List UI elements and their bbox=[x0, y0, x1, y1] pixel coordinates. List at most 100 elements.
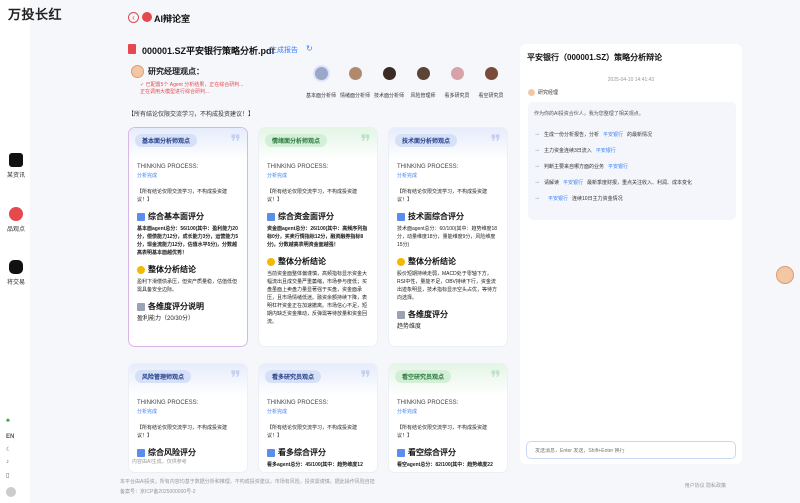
rail-item-label: 某资讯 bbox=[6, 173, 25, 179]
speaker-avatar bbox=[528, 89, 535, 96]
thinking-label: THINKING PROCESS: bbox=[137, 400, 199, 406]
list-icon bbox=[137, 302, 145, 311]
section-heading: 整体分析结论 bbox=[397, 256, 499, 267]
thinking-label: THINKING PROCESS: bbox=[267, 164, 329, 170]
card-risk[interactable]: 风险管理师观点 ❞ THINKING PROCESS: 分析完成 【所有结论仅限交… bbox=[128, 363, 248, 473]
rail-item-views[interactable]: 品观点 bbox=[2, 207, 30, 233]
card-disclaimer: 【所有结论仅限交流学习，不构成投资建议！】 bbox=[267, 189, 358, 203]
section-text: 资金面agent总分：26/100(其中：高频序列指标0分，买卖行情指标12分，… bbox=[267, 226, 368, 248]
speaker-name: 研究经理 bbox=[538, 90, 559, 96]
views-icon bbox=[9, 207, 23, 221]
section-text: 基本面agent总分：56/100(其中：盈利能力20分，偿债能力12分，成长能… bbox=[137, 226, 239, 256]
section-text: 盈利能力（20/30分） bbox=[137, 316, 195, 322]
user-avatar[interactable] bbox=[6, 487, 16, 497]
chart-icon bbox=[137, 212, 145, 221]
suggestion-item[interactable]: → 主力资金连续3日流入 平安银行 bbox=[534, 142, 734, 158]
message-input[interactable] bbox=[535, 448, 727, 454]
quote-icon: ❞ bbox=[360, 366, 371, 390]
agent-list: 基本面分析师 情绪面分析师 技术面分析师 风险管理师 看多研究员 看空研究员 bbox=[304, 67, 509, 99]
rail-item-label: 将交易 bbox=[6, 280, 25, 286]
bulb-icon bbox=[137, 265, 145, 274]
agent-name: 看空研究员 bbox=[478, 93, 504, 99]
card-disclaimer: 【所有结论仅限交流学习，不构成投资建议！】 bbox=[397, 189, 488, 203]
section-text: 看多agent总分：45/100(其中：趋势维度12 bbox=[267, 462, 363, 468]
intro-text: 作为你的AI投资合伙人，我为您整理了相关观点。 bbox=[534, 111, 644, 117]
suggestion-item[interactable]: → 生成一份分析报告，分析 平安银行 的最新情况 bbox=[534, 126, 734, 142]
agent-name: 看多研究员 bbox=[444, 93, 470, 99]
back-button[interactable]: ‹ bbox=[128, 12, 139, 23]
card-disclaimer: 【所有结论仅限交流学习，不构成投资建议！】 bbox=[137, 189, 228, 203]
brand-logo[interactable]: 万投长红 bbox=[8, 4, 62, 23]
agent-bull[interactable]: 看多研究员 bbox=[440, 67, 474, 102]
card-bull[interactable]: 看多研究员观点 ❞ THINKING PROCESS: 分析完成 【所有结论仅限交… bbox=[258, 363, 378, 473]
section-heading: 整体分析结论 bbox=[137, 264, 239, 275]
section-text: 股价短期持续走弱，MACD处于零轴下方，RSI中性，量能不足，OBV持续下行，资… bbox=[397, 271, 498, 301]
card-disclaimer: 【所有结论仅限交流学习，不构成投资建议！】 bbox=[267, 425, 358, 439]
agent-avatar bbox=[484, 67, 498, 80]
rail-item-news[interactable]: 某资讯 bbox=[2, 153, 30, 179]
bulb-icon bbox=[267, 257, 275, 266]
ai-footnote: 内容由AI生成，仅供参考 bbox=[132, 459, 187, 465]
message-input-box[interactable] bbox=[526, 441, 736, 459]
generate-report-link[interactable]: 生成报告 bbox=[270, 45, 298, 55]
quote-icon: ❞ bbox=[490, 366, 501, 390]
thinking-label: THINKING PROCESS: bbox=[397, 400, 459, 406]
agent-sentiment[interactable]: 情绪面分析师 bbox=[338, 67, 372, 102]
thinking-status: 分析完成 bbox=[137, 173, 158, 179]
card-sentiment[interactable]: 情绪面分析师观点 ❞ THINKING PROCESS: 分析完成 【所有结论仅限… bbox=[258, 127, 378, 347]
arrow-icon: → bbox=[534, 163, 540, 169]
news-icon bbox=[9, 153, 23, 167]
refresh-icon[interactable]: ↻ bbox=[306, 44, 313, 53]
file-name: 000001.SZ平安银行策略分析.pdf bbox=[142, 46, 275, 56]
agent-technical[interactable]: 技术面分析师 bbox=[372, 67, 406, 102]
arrow-icon: → bbox=[534, 147, 540, 153]
speaker: 研究经理 bbox=[528, 89, 558, 96]
chart-icon bbox=[397, 212, 405, 221]
rail-item-trade[interactable]: 将交易 bbox=[2, 260, 30, 286]
debate-panel: 平安银行（000001.SZ）策略分析辩论 2025-04-10 14:41:4… bbox=[520, 44, 742, 464]
agent-avatar bbox=[382, 67, 396, 80]
quote-icon: ❞ bbox=[360, 130, 371, 154]
moon-icon[interactable]: ☾ bbox=[6, 446, 11, 453]
card-technical[interactable]: 技术面分析师观点 ❞ THINKING PROCESS: 分析完成 【所有结论仅限… bbox=[388, 127, 508, 347]
chart-icon bbox=[137, 448, 145, 457]
agent-fundamental[interactable]: 基本面分析师 bbox=[304, 67, 338, 102]
suggestion-item[interactable]: → 判断主要来自哪方面的业务 平安银行 bbox=[534, 158, 734, 174]
agent-avatar bbox=[348, 67, 362, 80]
chart-icon bbox=[267, 448, 275, 457]
agent-risk[interactable]: 风险管理师 bbox=[406, 67, 440, 102]
section-heading: 整体分析结论 bbox=[267, 256, 369, 267]
agent-name: 技术面分析师 bbox=[373, 93, 404, 99]
card-tag: 看空研究员观点 bbox=[395, 370, 452, 383]
language-toggle[interactable]: EN bbox=[6, 434, 14, 440]
section-text: 看空agent总分：82/100(其中：趋势维度22 bbox=[397, 462, 493, 468]
quote-icon: ❞ bbox=[230, 130, 241, 154]
card-fundamental[interactable]: 基本面分析师观点 ❞ THINKING PROCESS: 分析完成 【所有结论仅限… bbox=[128, 127, 248, 347]
suggestion-list: → 生成一份分析报告，分析 平安银行 的最新情况 → 主力资金连续3日流入 平安银行 → 判… bbox=[534, 126, 734, 206]
bulb-icon bbox=[397, 257, 405, 266]
manager-title: 研究经理观点： bbox=[148, 67, 204, 76]
agent-bear[interactable]: 看空研究员 bbox=[474, 67, 508, 102]
thinking-label: THINKING PROCESS: bbox=[267, 400, 329, 406]
thinking-status: 分析完成 bbox=[267, 173, 288, 179]
assistant-avatar-button[interactable] bbox=[776, 266, 794, 284]
debate-room-icon bbox=[142, 12, 152, 22]
section-text: 盈利下滑偿债承压，但资产质量稳，估值低但需具备安全边际。 bbox=[137, 279, 238, 293]
app-window: 万投长红 某资讯 品观点 将交易 ♣ EN ☾ ♪ ▯ ‹ AI辩论室 0000… bbox=[0, 0, 800, 503]
suggestion-item[interactable]: → 请解读 平安银行 最新季度财报，重点关注收入、利润、成本变化 bbox=[534, 174, 734, 190]
plant-icon[interactable]: ♣ bbox=[6, 418, 10, 424]
bell-icon[interactable]: ♪ bbox=[6, 459, 9, 465]
suggestion-item[interactable]: → 平安银行 连续10日主力资金情况 bbox=[534, 190, 734, 206]
phone-icon[interactable]: ▯ bbox=[6, 472, 9, 479]
card-bear[interactable]: 看空研究员观点 ❞ THINKING PROCESS: 分析完成 【所有结论仅限交… bbox=[388, 363, 508, 473]
page-title: AI辩论室 bbox=[154, 14, 191, 24]
thinking-status: 分析完成 bbox=[267, 409, 288, 415]
footer-links[interactable]: 用户协议 隐私政策 bbox=[685, 482, 726, 489]
main-panel: 000001.SZ平安银行策略分析.pdf 生成报告 ↻ 研究经理观点： ✓ 已… bbox=[120, 30, 512, 473]
section-heading: 技术面综合评分 bbox=[397, 211, 499, 222]
manager-status-line: 正在调用大模型进行综合研判... bbox=[140, 89, 210, 95]
arrow-icon: → bbox=[534, 179, 540, 185]
section-heading: 看多综合评分 bbox=[267, 447, 369, 458]
card-tag: 情绪面分析师观点 bbox=[265, 134, 328, 147]
arrow-icon: → bbox=[534, 195, 540, 201]
